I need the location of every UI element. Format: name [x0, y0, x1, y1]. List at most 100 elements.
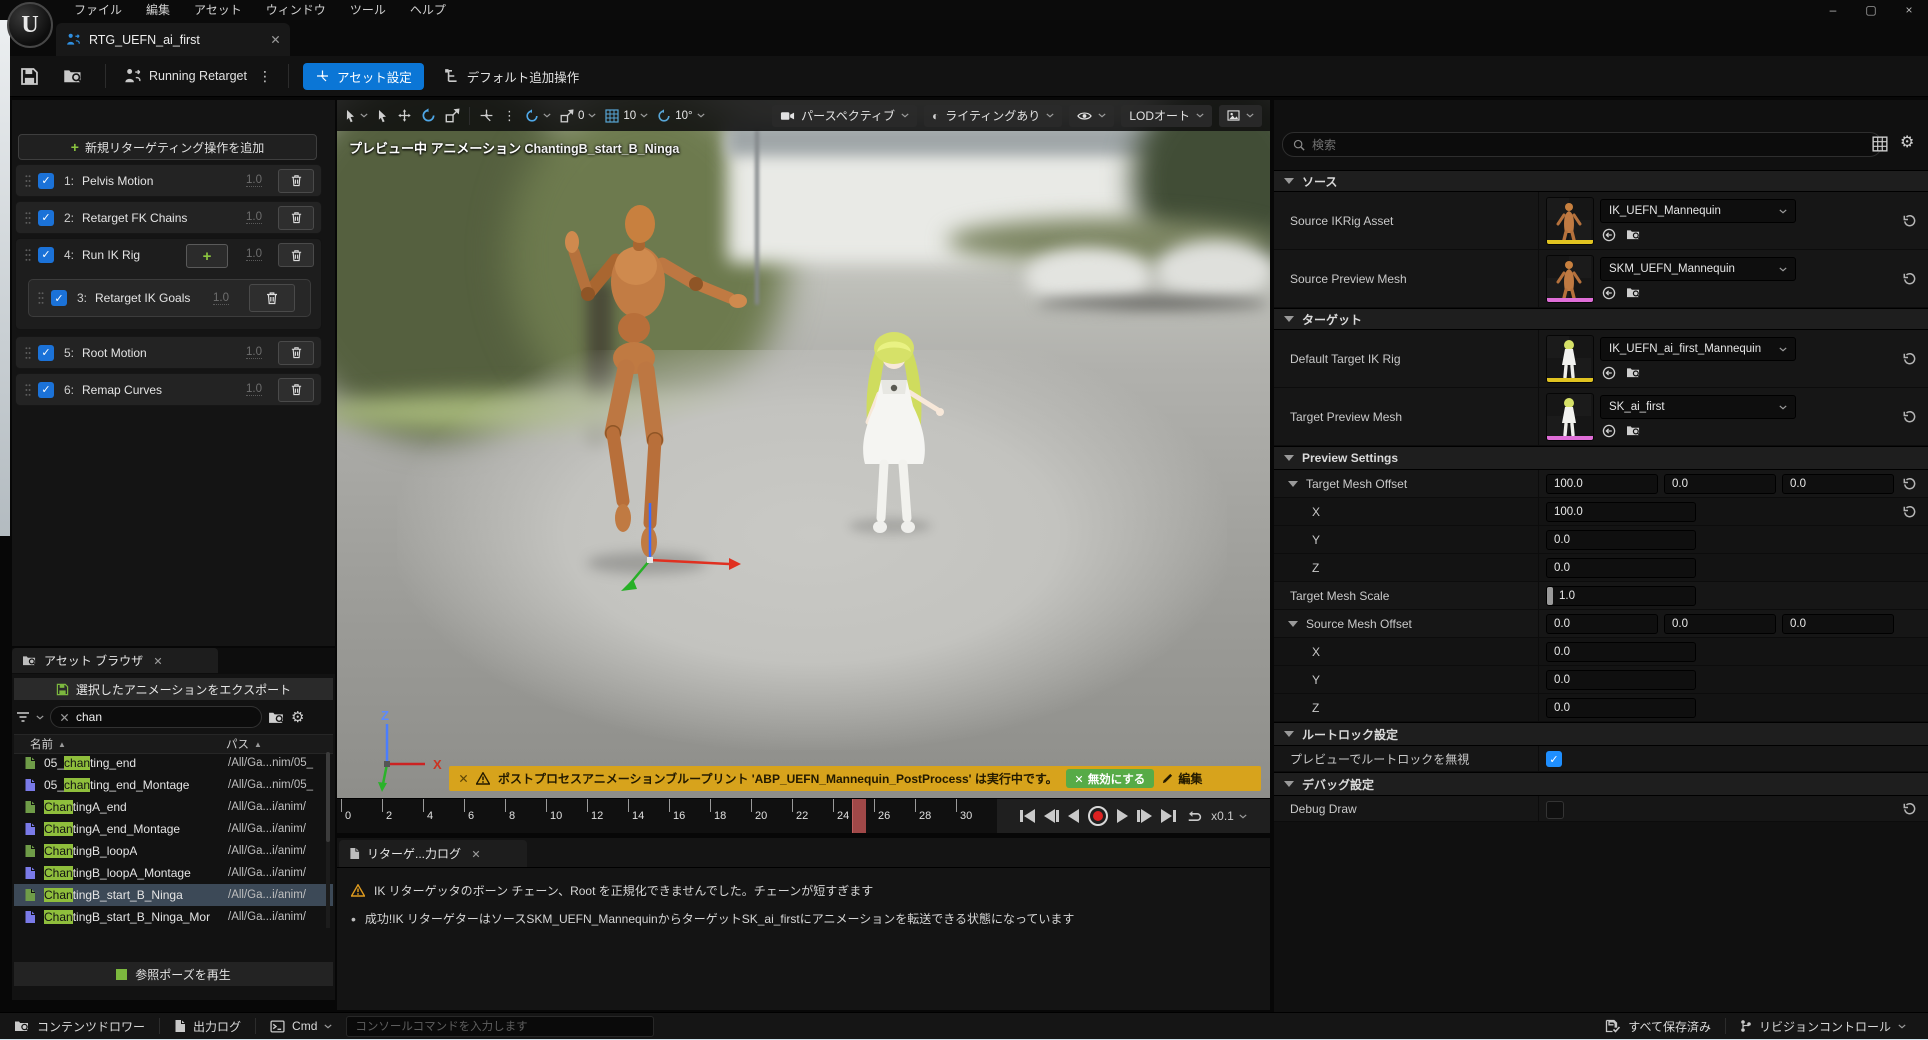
- menu-window[interactable]: ウィンドウ: [254, 0, 338, 20]
- close-asset-browser-icon[interactable]: [154, 657, 162, 665]
- tab-rtg-uefn-ai-first[interactable]: RTG_UEFN_ai_first: [56, 23, 290, 56]
- clear-search-icon[interactable]: [60, 713, 69, 722]
- tmo-y-sub-field[interactable]: 0.0: [1546, 530, 1696, 550]
- delete-op-button[interactable]: [278, 341, 314, 365]
- drag-grip-icon[interactable]: [24, 211, 32, 225]
- all-saved-button[interactable]: すべて保存済み: [1591, 1013, 1725, 1039]
- smo-z-sub-field[interactable]: 0.0: [1546, 698, 1696, 718]
- viewport[interactable]: Z X ⋮ 0: [337, 100, 1270, 832]
- reset-property-icon[interactable]: [1903, 410, 1916, 423]
- output-log-button[interactable]: 出力ログ: [160, 1013, 255, 1039]
- target-mesh-dropdown[interactable]: SK_ai_first: [1600, 395, 1796, 419]
- asset-row[interactable]: ChantingB_loopA/All/Ga...i/anim/: [14, 840, 333, 862]
- folder-settings-icon[interactable]: [268, 710, 285, 725]
- delete-op-button[interactable]: [278, 243, 314, 267]
- asset-row[interactable]: ChantingB_start_B_Ninga/All/Ga...i/anim/: [14, 884, 333, 906]
- snap-misc-dropdown[interactable]: 0: [560, 109, 596, 123]
- op-weight[interactable]: 1.0: [246, 211, 262, 224]
- go-to-start-button[interactable]: [1020, 809, 1035, 823]
- browse-to-asset-icon[interactable]: [1626, 366, 1641, 379]
- select-mode-dropdown[interactable]: [345, 109, 368, 123]
- revision-control-dropdown[interactable]: リビジョンコントロール: [1726, 1013, 1920, 1039]
- perspective-dropdown[interactable]: パースペクティブ: [772, 105, 917, 127]
- close-log-icon[interactable]: [472, 850, 480, 858]
- play-ref-pose-button[interactable]: 参照ポーズを再生: [14, 962, 333, 986]
- drag-grip-icon[interactable]: [24, 174, 32, 188]
- display-options-icon[interactable]: [1872, 136, 1888, 152]
- target-ikrig-dropdown[interactable]: IK_UEFN_ai_first_Mannequin: [1600, 337, 1796, 361]
- loop-icon[interactable]: [1185, 810, 1202, 823]
- details-gear-icon[interactable]: ⚙: [1900, 132, 1914, 152]
- delete-op-button[interactable]: [278, 169, 314, 193]
- target-mesh-thumbnail[interactable]: [1546, 393, 1594, 441]
- section-preview-settings[interactable]: Preview Settings: [1274, 446, 1928, 470]
- op-row-retarget-fk-chains[interactable]: ✓ 2: Retarget FK Chains 1.0: [15, 201, 322, 234]
- drag-grip-icon[interactable]: [24, 248, 32, 262]
- delete-op-button[interactable]: [278, 206, 314, 230]
- op-row-root-motion[interactable]: ✓ 5: Root Motion 1.0: [15, 336, 322, 369]
- record-button[interactable]: [1088, 806, 1108, 826]
- content-drawer-button[interactable]: コンテンツドロワー: [0, 1013, 159, 1039]
- op-weight[interactable]: 1.0: [246, 383, 262, 396]
- source-ikrig-thumbnail[interactable]: [1546, 197, 1594, 245]
- source-mesh-thumbnail[interactable]: [1546, 255, 1594, 303]
- rotate-tool-icon[interactable]: [421, 108, 436, 123]
- go-to-end-button[interactable]: [1161, 809, 1176, 823]
- pivot-icon[interactable]: [479, 108, 494, 123]
- scale-slider-grip[interactable]: [1547, 587, 1553, 605]
- menu-file[interactable]: ファイル: [62, 0, 134, 20]
- transform-gizmo[interactable]: [577, 495, 747, 605]
- menu-asset[interactable]: アセット: [182, 0, 254, 20]
- use-selected-icon[interactable]: [1602, 286, 1616, 300]
- save-icon[interactable]: [20, 67, 39, 86]
- browse-to-asset-icon[interactable]: [1626, 424, 1641, 437]
- menu-help[interactable]: ヘルプ: [398, 0, 458, 20]
- add-retarget-op-button[interactable]: + 新規リターゲティング操作を追加: [18, 134, 317, 160]
- play-button[interactable]: [1117, 809, 1128, 823]
- console-command-input[interactable]: コンソールコマンドを入力します: [346, 1016, 654, 1037]
- use-selected-icon[interactable]: [1602, 366, 1616, 380]
- op-checkbox[interactable]: ✓: [38, 210, 54, 226]
- gizmo-space-dropdown[interactable]: [525, 109, 551, 123]
- add-child-op-button[interactable]: +: [186, 244, 228, 268]
- tmo-z-sub-field[interactable]: 0.0: [1546, 558, 1696, 578]
- smo-y-field[interactable]: 0.0: [1664, 614, 1776, 634]
- tmo-z-field[interactable]: 0.0: [1782, 474, 1894, 494]
- op-row-retarget-ik-goals[interactable]: ✓ 3: Retarget IK Goals 1.0: [28, 279, 311, 317]
- lod-dropdown[interactable]: LODオート: [1121, 105, 1212, 127]
- section-debug[interactable]: デバッグ設定: [1274, 772, 1928, 796]
- running-retarget-button[interactable]: Running Retarget ⋮: [124, 68, 272, 85]
- smo-x-field[interactable]: 0.0: [1546, 614, 1658, 634]
- select-tool-icon[interactable]: [377, 109, 388, 123]
- timeline-playhead[interactable]: [852, 799, 866, 833]
- op-row-pelvis-motion[interactable]: ✓ 1: Pelvis Motion 1.0: [15, 164, 322, 197]
- step-back-button[interactable]: [1044, 809, 1059, 823]
- filter-chevron-icon[interactable]: [36, 715, 44, 720]
- asset-row[interactable]: ChantingA_end_Montage/All/Ga...i/anim/: [14, 818, 333, 840]
- export-animations-button[interactable]: 選択したアニメーションをエクスポート: [14, 678, 333, 700]
- maximize-button[interactable]: ▢: [1852, 0, 1890, 20]
- menu-tools[interactable]: ツール: [338, 0, 398, 20]
- op-weight[interactable]: 1.0: [213, 292, 229, 305]
- reset-property-icon[interactable]: [1903, 352, 1916, 365]
- op-row-run-ik-rig[interactable]: ✓ 4: Run IK Rig + 1.0: [16, 239, 321, 270]
- source-ikrig-dropdown[interactable]: IK_UEFN_Mannequin: [1600, 199, 1796, 223]
- column-path[interactable]: パス▲: [226, 736, 262, 752]
- browse-to-asset-icon[interactable]: [1626, 286, 1641, 299]
- tab-retarget-log[interactable]: リターゲ...力ログ: [339, 840, 527, 867]
- timeline-ruler[interactable]: 024681012141618202224262830: [337, 798, 997, 833]
- reset-property-icon[interactable]: [1903, 214, 1916, 227]
- reset-property-icon[interactable]: [1903, 505, 1916, 518]
- viewport-scene[interactable]: Z X ⋮ 0: [337, 100, 1270, 798]
- close-button[interactable]: ×: [1890, 0, 1928, 20]
- browser-settings-gear-icon[interactable]: ⚙: [291, 708, 304, 726]
- disable-postprocess-button[interactable]: 無効にする: [1066, 769, 1155, 788]
- rotation-snap-dropdown[interactable]: 10°: [657, 109, 704, 123]
- op-weight[interactable]: 1.0: [246, 174, 262, 187]
- default-ops-button[interactable]: デフォルト追加操作: [444, 67, 580, 86]
- target-character[interactable]: [829, 322, 959, 537]
- smo-x-sub-field[interactable]: 0.0: [1546, 642, 1696, 662]
- ignore-rootlock-checkbox[interactable]: ✓: [1546, 751, 1562, 767]
- drag-grip-icon[interactable]: [37, 291, 45, 305]
- minimize-button[interactable]: –: [1814, 0, 1852, 20]
